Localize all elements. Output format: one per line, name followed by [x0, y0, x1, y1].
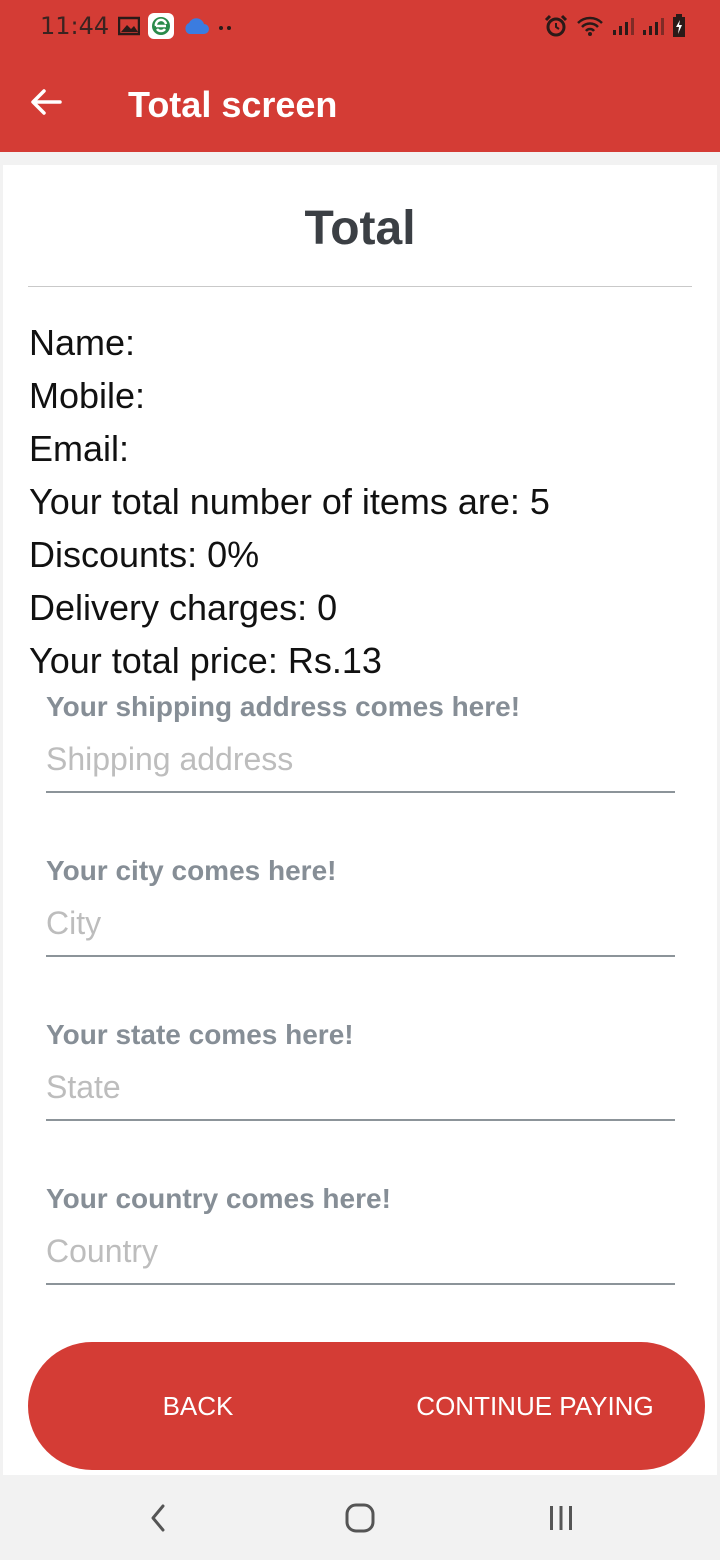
city-field: Your city comes here!	[46, 853, 675, 957]
battery-charging-icon	[672, 13, 686, 43]
mobile-line: Mobile:	[29, 375, 146, 416]
app-bar: Total screen	[0, 56, 720, 152]
name-line: Name:	[29, 322, 136, 363]
more-dots-icon	[218, 19, 234, 37]
signal-icon	[612, 16, 634, 41]
shipping-address-input[interactable]	[46, 739, 675, 793]
city-input[interactable]	[46, 903, 675, 957]
email-line: Email:	[29, 428, 130, 469]
wifi-icon	[576, 15, 604, 42]
chevron-left-icon[interactable]	[134, 1496, 182, 1540]
shipping-address-label: Your shipping address comes here!	[46, 691, 521, 722]
gallery-icon	[117, 16, 141, 41]
country-input[interactable]	[46, 1231, 675, 1285]
alarm-icon	[544, 14, 568, 43]
total-card: Total Name: Mobile: Email: Your total nu…	[3, 165, 717, 1475]
recents-bars-icon[interactable]	[537, 1496, 585, 1540]
discounts-line: Discounts: 0%	[29, 534, 260, 575]
card-title: Total	[304, 202, 416, 255]
state-input[interactable]	[46, 1067, 675, 1121]
arrow-left-icon[interactable]	[26, 82, 66, 122]
status-icons-right	[544, 13, 686, 43]
status-icons-left	[117, 12, 234, 44]
continue-paying-button[interactable]: CONTINUE PAYING	[408, 1342, 662, 1470]
delivery-charges-line: Delivery charges: 0	[29, 587, 338, 628]
back-button[interactable]: BACK	[128, 1342, 268, 1470]
city-label: Your city comes here!	[46, 855, 337, 886]
action-button-bar: BACK CONTINUE PAYING	[28, 1342, 705, 1470]
total-price-line: Your total price: Rs.13	[29, 640, 382, 681]
items-count-line: Your total number of items are: 5	[29, 481, 550, 522]
country-label: Your country comes here!	[46, 1183, 391, 1214]
status-time: 11:44	[40, 12, 110, 40]
app-title: Total screen	[128, 84, 338, 125]
state-field: Your state comes here!	[46, 1017, 675, 1121]
system-nav-bar	[0, 1476, 720, 1560]
country-field: Your country comes here!	[46, 1181, 675, 1285]
state-label: Your state comes here!	[46, 1019, 354, 1050]
divider	[28, 286, 692, 287]
status-bar: 11:44	[0, 0, 720, 56]
shipping-address-field: Your shipping address comes here!	[46, 689, 675, 793]
order-summary: Name: Mobile: Email: Your total number o…	[29, 316, 550, 687]
app-e-icon	[148, 12, 174, 44]
home-rounded-square-icon[interactable]	[336, 1496, 384, 1540]
cloud-icon	[182, 17, 210, 40]
signal-icon	[642, 16, 664, 41]
